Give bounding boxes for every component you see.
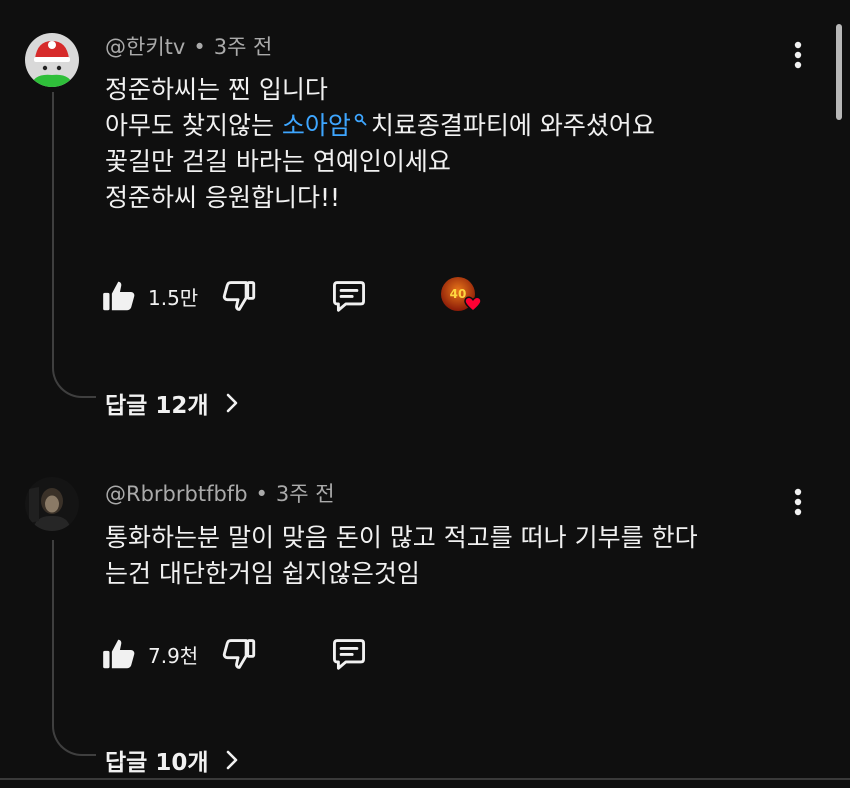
comment-2: @Rbrbrbtfbfb • 3주 전 통화하는분 말이 맞음 돈이 많고 적고를 … xyxy=(0,0,850,788)
comment-icon xyxy=(333,639,365,670)
thumbs-down-icon xyxy=(222,639,256,669)
kebab-menu-icon xyxy=(794,488,802,516)
like-button[interactable]: 7.9천 xyxy=(100,632,198,676)
scrollbar[interactable] xyxy=(836,24,842,120)
chevron-right-icon xyxy=(226,750,237,770)
like-count: 7.9천 xyxy=(148,643,199,668)
meta-separator: • xyxy=(255,482,268,506)
replies-count: 답글 10개 xyxy=(105,750,209,776)
author-name[interactable]: @Rbrbrbtfbfb xyxy=(105,482,248,506)
reply-button[interactable] xyxy=(330,632,368,676)
comment-time[interactable]: 3주 전 xyxy=(276,482,335,506)
view-replies-button[interactable]: 답글 10개 xyxy=(105,743,239,777)
thumbs-up-icon xyxy=(103,639,135,669)
comment-actions: 7.9천 xyxy=(100,632,520,676)
comment-line: 통화하는분 말이 맞음 돈이 많고 적고를 떠나 기부를 한다 xyxy=(105,523,698,552)
avatar-image xyxy=(25,477,79,531)
dislike-button[interactable] xyxy=(220,632,258,676)
author-avatar[interactable] xyxy=(25,477,79,531)
comment-text: 통화하는분 말이 맞음 돈이 많고 적고를 떠나 기부를 한다 는건 대단한거임… xyxy=(105,520,698,592)
comment-line: 는건 대단한거임 쉽지않은것임 xyxy=(105,559,420,588)
more-options-button[interactable] xyxy=(788,487,808,519)
bottom-divider xyxy=(0,778,850,780)
reply-thread-line xyxy=(52,540,96,756)
comment-meta: @Rbrbrbtfbfb • 3주 전 xyxy=(105,481,335,507)
